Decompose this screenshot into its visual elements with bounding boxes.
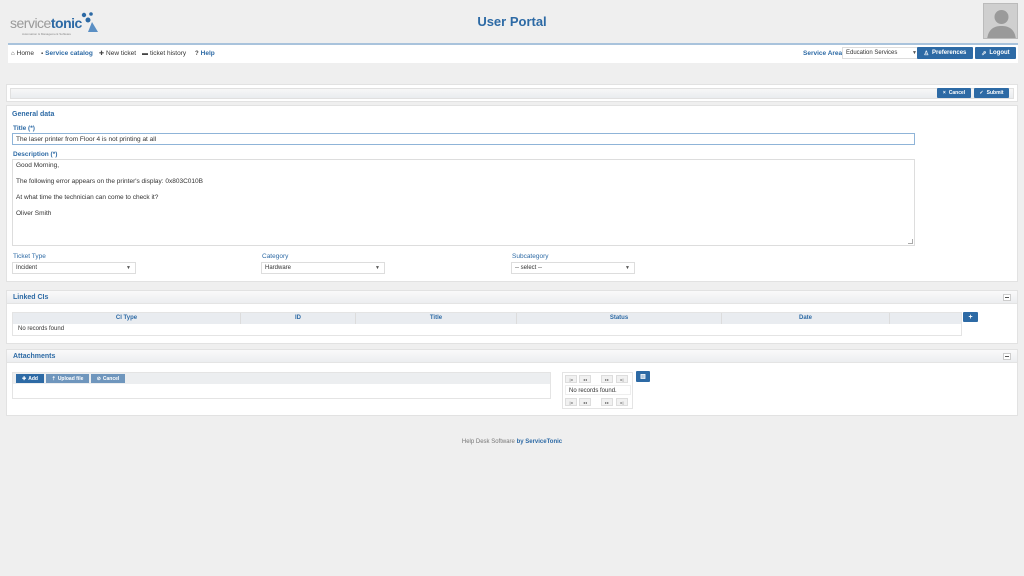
column-actions <box>890 313 961 324</box>
subcategory-label: Subcategory <box>512 253 549 260</box>
nav-help[interactable]: ? Help <box>195 50 215 57</box>
attachments-panel: Attachments ✚ Add ⇡ Upload file ⊘ Cancel |◂… <box>6 349 1018 416</box>
prev-page-button[interactable]: ◂◂ <box>579 375 591 383</box>
plus-icon: + <box>968 313 973 321</box>
logout-icon: ⇗ <box>981 50 987 57</box>
attachments-heading: Attachments <box>13 353 56 360</box>
delete-attachment-button[interactable]: ▥ <box>636 371 650 382</box>
empty-row: No records found. <box>565 385 631 395</box>
footer: Help Desk Software by ServiceTonic <box>461 439 563 445</box>
resize-grip-icon[interactable] <box>908 239 913 244</box>
add-attachment-button[interactable]: ✚ Add <box>16 374 44 383</box>
linked-cis-table: CI Type ID Title Status Date No records … <box>12 312 962 336</box>
ticket-type-label: Ticket Type <box>13 253 46 260</box>
trash-icon: ▥ <box>640 374 646 380</box>
dropdown-caret-icon: ▼ <box>375 265 380 271</box>
cancel-icon: ⊘ <box>96 375 101 382</box>
upload-area: ✚ Add ⇡ Upload file ⊘ Cancel <box>12 372 551 399</box>
cancel-button[interactable]: × Cancel <box>937 88 971 98</box>
empty-row: No records found <box>13 324 961 335</box>
plus-icon: ✚ <box>99 51 105 57</box>
column-date[interactable]: Date <box>722 313 890 324</box>
cancel-upload-button[interactable]: ⊘ Cancel <box>91 374 125 383</box>
linked-cis-heading: Linked CIs <box>13 294 49 301</box>
column-id[interactable]: ID <box>241 313 356 324</box>
attachments-list: |◂ ◂◂ ▸▸ ▸| No records found. |◂ ◂◂ ▸▸ ▸… <box>562 372 633 409</box>
first-page-button[interactable]: |◂ <box>565 375 577 383</box>
column-ci-type[interactable]: CI Type <box>13 313 241 324</box>
nav-new-ticket[interactable]: ✚ New ticket <box>99 50 136 57</box>
category-select[interactable]: Hardware ▼ <box>261 262 385 274</box>
last-page-button[interactable]: ▸| <box>616 398 628 406</box>
user-icon: ♙ <box>923 50 930 57</box>
column-title[interactable]: Title <box>356 313 517 324</box>
user-avatar[interactable] <box>983 3 1018 39</box>
last-page-button[interactable]: ▸| <box>616 375 628 383</box>
upload-icon: ⇡ <box>51 375 56 382</box>
catalog-icon: ▪ <box>41 50 44 57</box>
next-page-button[interactable]: ▸▸ <box>601 398 613 406</box>
service-area-select[interactable]: Education Services ▼ <box>842 47 922 59</box>
home-icon: ⌂ <box>11 50 15 57</box>
category-label: Category <box>262 253 289 260</box>
collapse-icon[interactable] <box>1003 294 1011 301</box>
general-data-heading: General data <box>12 111 55 118</box>
prev-page-button[interactable]: ◂◂ <box>579 398 591 406</box>
column-status[interactable]: Status <box>517 313 722 324</box>
subcategory-select[interactable]: -- select -- ▼ <box>511 262 635 274</box>
nav-home[interactable]: ⌂ Home <box>11 50 34 57</box>
user-silhouette-icon <box>987 10 1016 38</box>
check-icon: ✓ <box>979 90 984 96</box>
upload-file-button[interactable]: ⇡ Upload file <box>46 374 89 383</box>
nav-service-catalog[interactable]: ▪ Service catalog <box>41 50 93 57</box>
plus-icon: ✚ <box>22 375 27 382</box>
servicetonic-link[interactable]: by ServiceTonic <box>517 439 563 445</box>
description-textarea[interactable]: Good Morning, The following error appear… <box>12 159 915 246</box>
nav-ticket-history[interactable]: ▬ ticket history <box>142 50 186 57</box>
close-icon: × <box>942 90 946 96</box>
dropdown-caret-icon: ▼ <box>625 265 630 271</box>
linked-cis-panel: Linked CIs CI Type ID Title Status Date … <box>6 290 1018 344</box>
table-header: CI Type ID Title Status Date <box>13 313 961 324</box>
service-area-label: Service Area <box>803 50 843 57</box>
dropdown-caret-icon: ▼ <box>126 265 131 271</box>
title-label: Title (*) <box>13 125 35 132</box>
description-label: Description (*) <box>13 151 58 158</box>
add-ci-button[interactable]: + <box>963 312 978 322</box>
page-title: User Portal <box>477 14 547 29</box>
preferences-button[interactable]: ♙ Preferences <box>917 47 973 59</box>
ticket-type-select[interactable]: Incident ▼ <box>12 262 136 274</box>
collapse-icon[interactable] <box>1003 353 1011 360</box>
next-page-button[interactable]: ▸▸ <box>601 375 613 383</box>
first-page-button[interactable]: |◂ <box>565 398 577 406</box>
title-input[interactable]: The laser printer from Floor 4 is not pr… <box>12 133 915 145</box>
logout-button[interactable]: ⇗ Logout <box>975 47 1016 59</box>
action-toolbar <box>6 84 1018 102</box>
submit-button[interactable]: ✓ Submit <box>974 88 1009 98</box>
help-icon: ? <box>195 50 199 57</box>
top-navigation: ⌂ Home ▪ Service catalog ✚ New ticket ▬ tick… <box>8 45 1018 63</box>
history-icon: ▬ <box>142 50 148 57</box>
